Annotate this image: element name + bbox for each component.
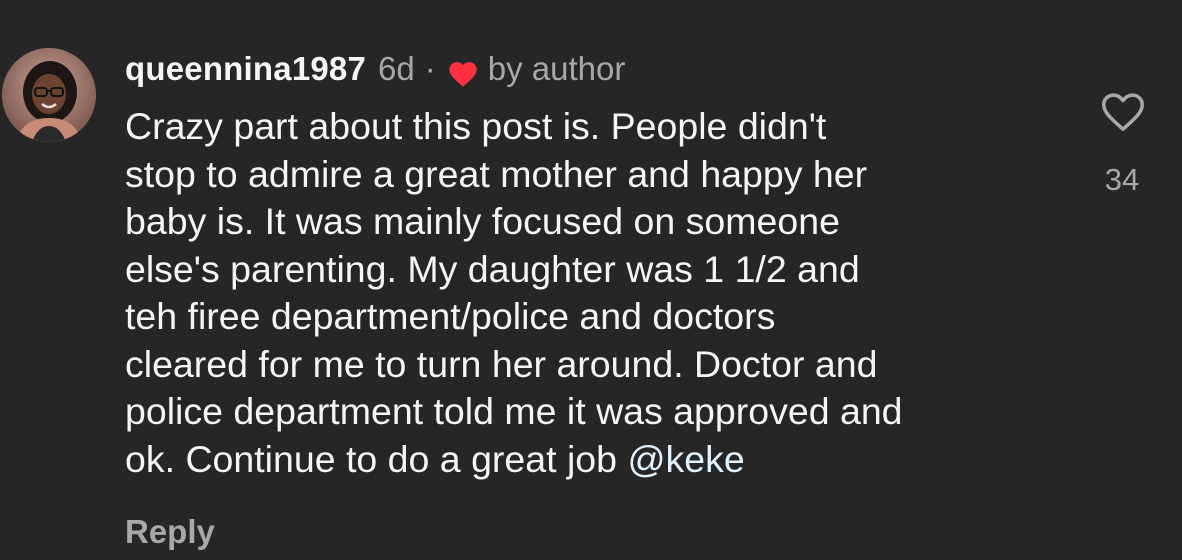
- comment-line: cleared for me to turn her around. Docto…: [125, 342, 878, 385]
- comment-line: teh firee department/police and doctors: [125, 295, 776, 337]
- comment-line: ok. Continue to do a great job: [125, 437, 628, 480]
- comment-timestamp[interactable]: 6d: [378, 47, 415, 91]
- comment-line: stop to admire a great mother and happy …: [125, 152, 868, 195]
- like-count: 34: [1104, 162, 1140, 197]
- avatar-image: [2, 48, 96, 142]
- comment-line: Crazy part about this post is. People di…: [125, 105, 827, 147]
- liked-by-author-heart-icon: [446, 55, 480, 87]
- by-author-label: by author: [487, 50, 626, 87]
- mention-link[interactable]: @keke: [627, 438, 744, 480]
- username-link[interactable]: queennina1987: [125, 47, 366, 91]
- comment-line: else's parenting. My daughter was 1 1/2 …: [125, 247, 860, 290]
- like-button[interactable]: [1097, 87, 1149, 133]
- reply-button[interactable]: Reply: [125, 510, 215, 554]
- comment-text: Crazy part about this post is. People di…: [125, 103, 1055, 483]
- comment-line: police department told me it was approve…: [125, 390, 903, 432]
- comment-item: queennina1987 6d · by author Crazy part …: [0, 0, 1182, 560]
- avatar[interactable]: [2, 48, 96, 142]
- separator-dot: ·: [424, 50, 436, 87]
- comment-header: queennina1987 6d · by author: [125, 47, 625, 91]
- heart-outline-icon: [1101, 93, 1145, 132]
- comment-line: baby is. It was mainly focused on someon…: [125, 200, 840, 242]
